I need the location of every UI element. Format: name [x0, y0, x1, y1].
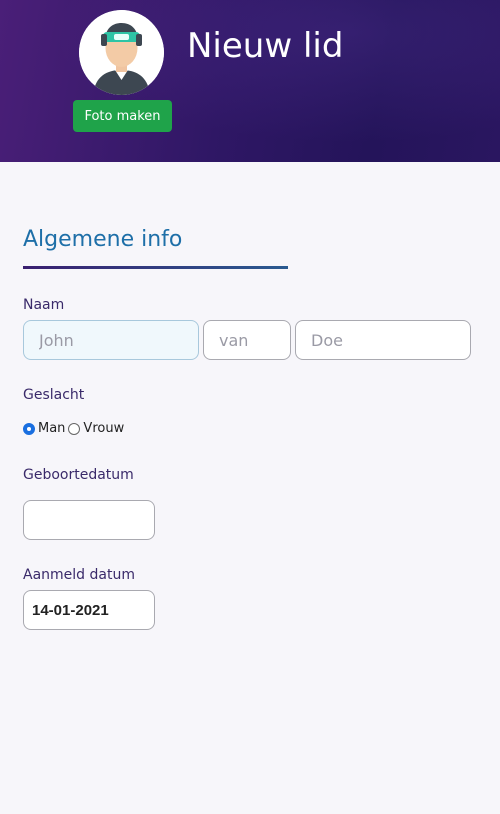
radio-man[interactable]: [23, 422, 35, 435]
page-title: Nieuw lid: [187, 26, 344, 66]
birthdate-label: Geboortedatum: [23, 467, 134, 483]
gender-label: Geslacht: [23, 387, 85, 403]
gender-option-label: Man: [38, 421, 66, 436]
birthdate-input[interactable]: [23, 500, 155, 540]
radio-vrouw[interactable]: [68, 422, 81, 435]
gender-option-man[interactable]: Man: [23, 421, 65, 436]
middle-name-input[interactable]: [203, 320, 291, 360]
take-photo-button[interactable]: Foto maken: [73, 100, 172, 132]
signup-date-label: Aanmeld datum: [23, 567, 135, 583]
section-title: Algemene info: [23, 227, 183, 252]
signup-date-input[interactable]: [23, 590, 155, 630]
gender-option-label: Vrouw: [83, 421, 125, 436]
gender-radio-group: Man Vrouw: [23, 421, 127, 436]
last-name-input[interactable]: [295, 320, 471, 360]
section-divider: [23, 266, 288, 269]
header-banner: Foto maken Nieuw lid: [0, 0, 500, 162]
first-name-input[interactable]: [23, 320, 199, 360]
user-avatar-icon: [79, 10, 164, 95]
name-label: Naam: [23, 297, 65, 313]
gender-option-vrouw[interactable]: Vrouw: [68, 421, 124, 436]
